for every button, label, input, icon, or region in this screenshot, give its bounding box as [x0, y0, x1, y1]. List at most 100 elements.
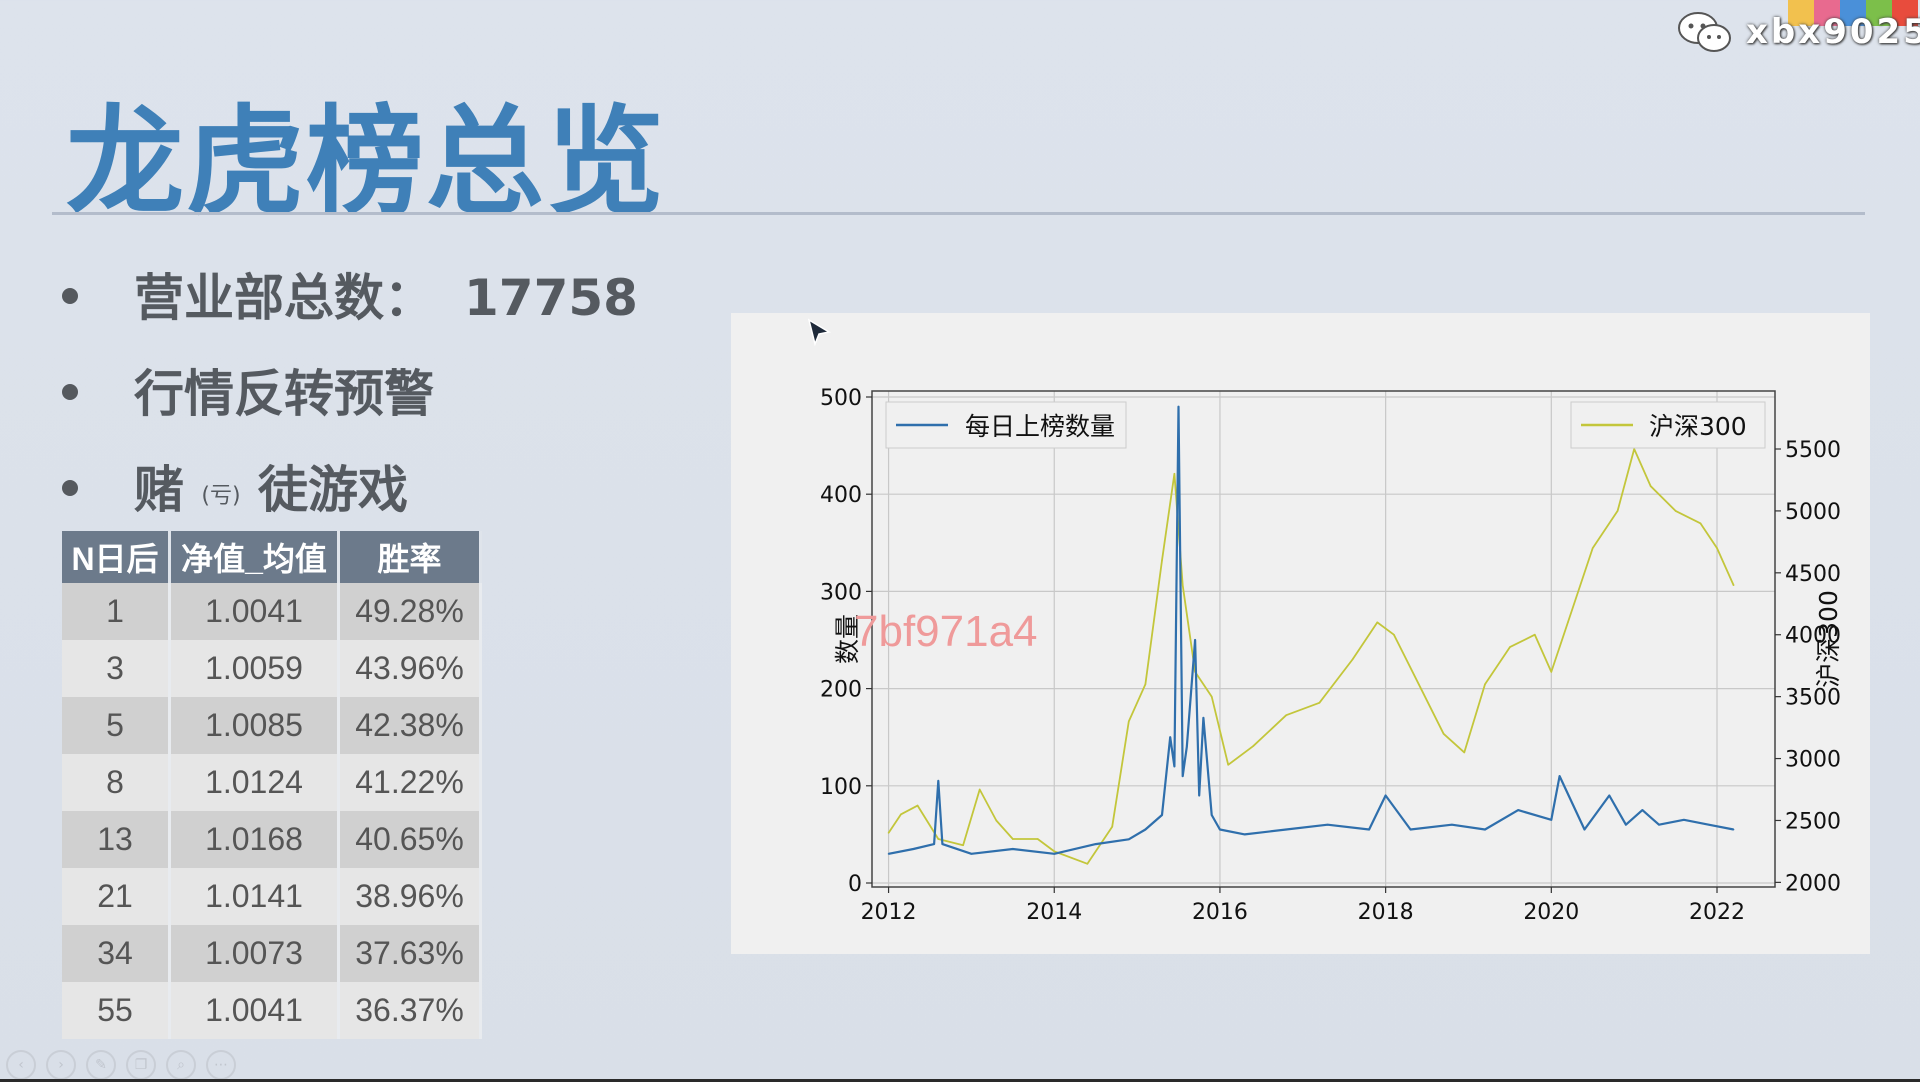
pointer-cursor-icon	[807, 318, 832, 346]
right-tick-label: 3000	[1785, 748, 1841, 773]
series-point	[1161, 814, 1163, 816]
series-point	[1384, 794, 1387, 797]
series-point	[1169, 736, 1172, 738]
series-point	[1243, 833, 1246, 836]
series-point	[995, 819, 998, 822]
x-tick-label: 2016	[1192, 900, 1248, 925]
series-point	[1409, 828, 1412, 831]
prev-icon[interactable]: ‹	[6, 1050, 36, 1080]
series-point	[900, 813, 902, 816]
watermark-id: 7bf971a4	[854, 607, 1038, 656]
cell-n-days: 8	[62, 754, 171, 811]
table-row: 55 1.0041 36.37%	[62, 982, 482, 1039]
pen-icon[interactable]: ✎	[86, 1050, 116, 1080]
legend-label-hs300: 沪深300	[1649, 412, 1747, 441]
series-point	[887, 832, 890, 834]
legend-label-count: 每日上榜数量	[965, 412, 1115, 441]
series-point	[1376, 621, 1379, 624]
x-tick-label: 2012	[861, 900, 917, 925]
series-point	[1707, 823, 1710, 826]
series-point	[1616, 510, 1619, 512]
bullet-label-a: 赌	[134, 461, 184, 519]
series-point	[1716, 547, 1718, 549]
series-point	[1186, 746, 1188, 748]
series-point	[1368, 828, 1370, 831]
bullet-item-gambler-game: 赌 (亏) 徒游戏	[62, 450, 408, 522]
series-point	[1012, 848, 1014, 850]
chart-panel: 2012 2014 2016 2018 2020 2022 0 100 200 300 400 500…	[731, 313, 1870, 954]
dual-axis-line-chart: 2012 2014 2016 2018 2020 2022 0 100 200 300 400 500…	[820, 386, 1843, 925]
bullet-item-branch-count: 营业部总数： 17758	[62, 258, 638, 330]
cell-win-rate: 36.37%	[338, 982, 482, 1039]
branch-count-value: 17758	[464, 269, 638, 327]
cell-win-rate: 43.96%	[338, 640, 482, 697]
series-point	[1053, 850, 1056, 853]
cell-n-days: 5	[62, 697, 171, 754]
cell-nav-mean: 1.0041	[169, 583, 340, 640]
cell-nav-mean: 1.0073	[169, 925, 340, 982]
cell-nav-mean: 1.0059	[169, 640, 340, 697]
series-point	[1053, 853, 1056, 855]
series-point	[1128, 720, 1130, 723]
right-tick-label: 3500	[1785, 686, 1841, 711]
series-point	[1210, 695, 1213, 698]
series-point	[1086, 863, 1089, 865]
series-point	[1128, 838, 1130, 841]
bullet-dot-icon	[62, 287, 78, 304]
bullet-dot-icon	[62, 479, 78, 496]
bullet-label: 行情反转预警	[134, 365, 434, 423]
cell-win-rate: 41.22%	[338, 754, 482, 811]
zoom-icon[interactable]: ⌕	[166, 1050, 196, 1080]
series-point	[1210, 814, 1213, 816]
series-point	[1285, 714, 1288, 717]
cell-nav-mean: 1.0085	[169, 697, 340, 754]
legend-layer: 每日上榜数量 沪深300	[885, 401, 1766, 449]
bullet-label-small: (亏)	[201, 483, 241, 509]
bullet-label-b: 徒游戏	[258, 461, 409, 519]
table-header-row: N日后 净值_均值 胜率	[62, 531, 482, 583]
series-point	[1608, 794, 1611, 797]
series-point	[1625, 823, 1627, 826]
copy-icon[interactable]: ❐	[126, 1050, 156, 1080]
series-point	[1683, 819, 1685, 821]
series-point	[1252, 745, 1254, 747]
x-tick-label: 2018	[1358, 900, 1414, 925]
series-point	[1442, 732, 1445, 735]
series-point	[1641, 809, 1644, 811]
title-divider	[52, 212, 1865, 215]
series-point	[1144, 828, 1147, 831]
series-point	[937, 838, 940, 840]
series-point	[1484, 828, 1486, 831]
series-point	[937, 780, 940, 782]
series-point	[1111, 825, 1114, 828]
cell-nav-mean: 1.0168	[169, 811, 340, 868]
series-point	[1326, 823, 1329, 826]
cell-nav-mean: 1.0041	[169, 982, 340, 1039]
more-icon[interactable]: ⋯	[206, 1050, 236, 1080]
series-point	[1181, 775, 1184, 777]
cell-n-days: 13	[62, 811, 171, 868]
series-point	[1012, 838, 1014, 840]
bullet-item-reversal-warning: 行情反转预警	[62, 354, 434, 426]
next-icon[interactable]: ›	[46, 1050, 76, 1080]
left-tick-label: 100	[820, 775, 862, 800]
brand-watermark: xbx9025	[1676, 0, 1920, 60]
series-point	[1674, 510, 1677, 512]
presentation-toolbar: ‹ › ✎ ❐ ⌕ ⋯	[6, 1050, 236, 1080]
series-point	[941, 843, 944, 845]
wechat-bubble-icon	[1678, 12, 1731, 52]
left-tick-label: 400	[820, 483, 862, 508]
right-tick-label: 2000	[1785, 871, 1841, 896]
table-row: 21 1.0141 38.96%	[62, 868, 482, 925]
column-header-win-rate: 胜率	[338, 531, 482, 583]
series-point	[1591, 547, 1594, 549]
series-point	[1177, 405, 1180, 408]
series-point	[1094, 843, 1097, 845]
series-point	[1451, 823, 1453, 826]
table-row: 1 1.0041 49.28%	[62, 583, 482, 640]
cell-win-rate: 40.65%	[338, 811, 482, 868]
series-point	[1181, 584, 1184, 587]
series-point	[912, 848, 915, 850]
x-tick-label: 2022	[1689, 900, 1745, 925]
series-point	[1393, 633, 1395, 636]
